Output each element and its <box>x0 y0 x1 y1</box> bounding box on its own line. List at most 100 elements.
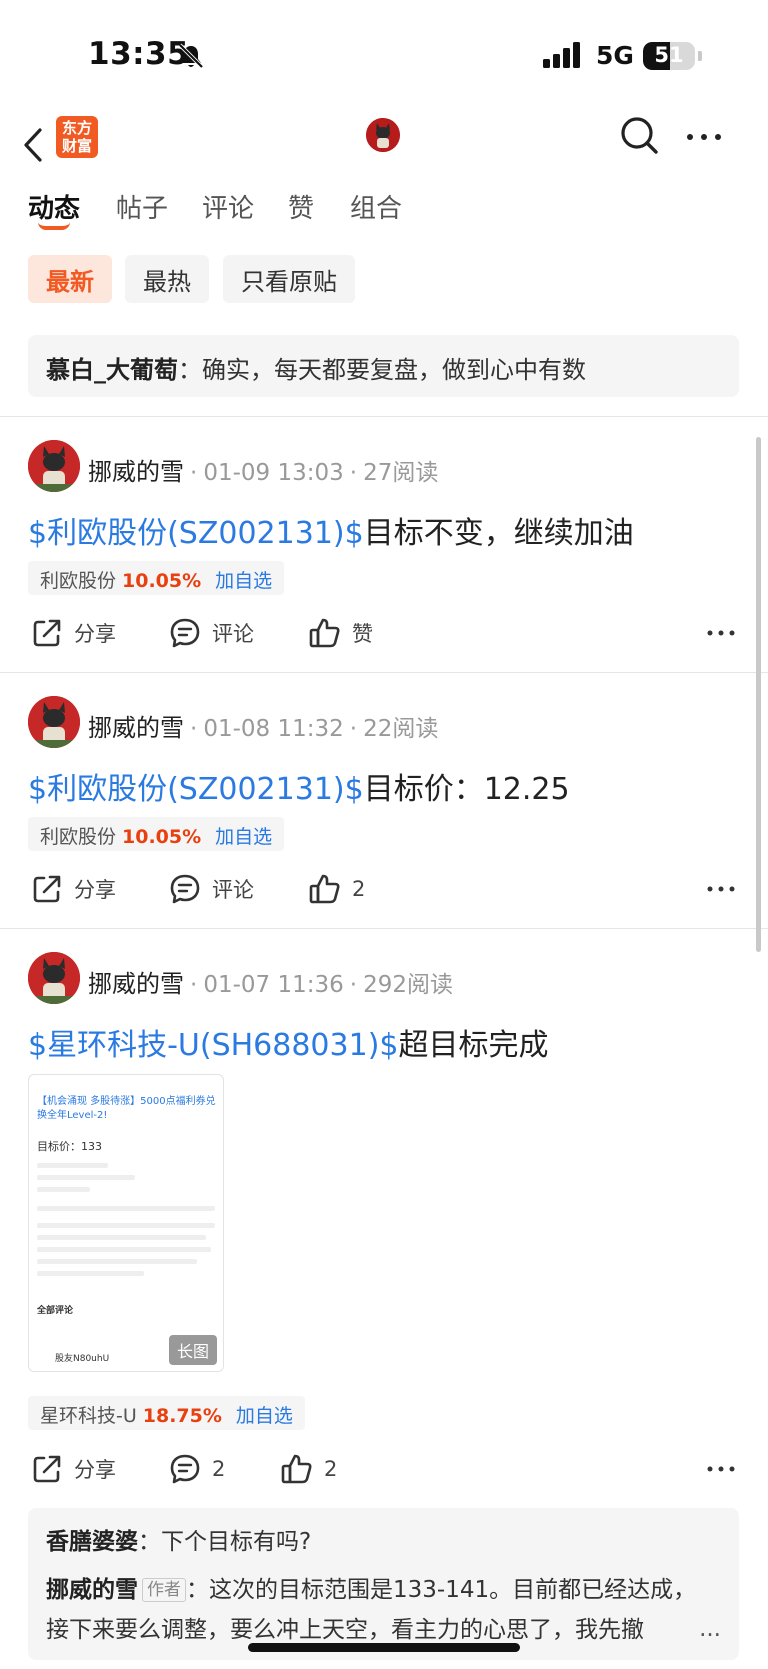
tab-portfolio[interactable]: 组合 <box>350 188 402 225</box>
stock-tag-change: 10.05% <box>122 826 202 848</box>
post-date: 01-08 11:32 <box>203 716 344 742</box>
post-reads: 22阅读 <box>363 716 439 742</box>
add-watchlist-button[interactable]: 加自选 <box>215 826 272 848</box>
filter-latest[interactable]: 最新 <box>28 255 112 303</box>
post-actions: 分享 2 2 <box>0 1449 768 1489</box>
dog-avatar-icon <box>366 118 400 152</box>
back-button[interactable] <box>22 118 54 172</box>
comment-button[interactable]: 2 <box>168 1449 225 1489</box>
comment-label: 评论 <box>212 878 254 902</box>
comment-author[interactable]: 香膳婆婆 <box>46 1529 138 1555</box>
comment-author[interactable]: 挪威的雪 <box>46 1577 138 1603</box>
dog-avatar-icon <box>28 952 80 1004</box>
section-divider <box>0 416 768 417</box>
scrollbar[interactable] <box>756 437 761 952</box>
post-text: 超目标完成 <box>398 1028 549 1063</box>
share-icon <box>33 875 61 903</box>
share-button[interactable]: 分享 <box>30 1449 116 1489</box>
comment-count: 2 <box>212 1457 226 1481</box>
comment-button[interactable]: 评论 <box>168 613 254 653</box>
author-name[interactable]: 挪威的雪 <box>88 458 184 486</box>
post-reads: 27阅读 <box>363 460 439 486</box>
dog-avatar-icon <box>28 696 80 748</box>
stock-tag-change: 10.05% <box>122 570 202 592</box>
stock-tag[interactable]: 星环科技-U 18.75% 加自选 <box>28 1396 305 1430</box>
tab-comments[interactable]: 评论 <box>202 188 254 225</box>
post-image-thumbnail[interactable]: 【机会涌现 多股待涨】5000点福利券兑换全年Level-2! 目标价：133 … <box>28 1074 224 1372</box>
stock-link[interactable]: $利欧股份(SZ002131)$ <box>28 516 364 551</box>
home-indicator[interactable] <box>248 1643 520 1652</box>
battery-icon: 51 <box>643 42 695 70</box>
author-avatar[interactable] <box>28 952 80 1004</box>
more-horizontal-icon[interactable] <box>706 877 736 901</box>
thumbs-up-icon <box>309 874 340 904</box>
tab-likes[interactable]: 赞 <box>288 188 314 225</box>
comment-text: 下个目标有吗? <box>161 1529 312 1555</box>
share-icon <box>33 619 61 647</box>
stock-tag-name: 利欧股份 <box>40 826 117 848</box>
post-text: 目标不变，继续加油 <box>363 516 634 551</box>
thumbnail-target: 目标价：133 <box>37 1140 102 1153</box>
share-button[interactable]: 分享 <box>30 869 116 909</box>
chevron-left-icon <box>24 128 42 162</box>
comment-item[interactable]: 挪威的雪 作者 ：这次的目标范围是133-141。目前都已经达成， <box>46 1570 721 1610</box>
like-count: 2 <box>352 877 366 901</box>
status-bar: 13:35 5G 51 <box>0 0 768 110</box>
network-label: 5G <box>596 41 634 70</box>
share-label: 分享 <box>74 622 116 646</box>
post-title[interactable]: $星环科技-U(SH688031)$超目标完成 <box>28 1020 549 1064</box>
post-divider <box>0 928 768 929</box>
post-title[interactable]: $利欧股份(SZ002131)$目标不变，继续加油 <box>28 508 634 552</box>
comment-more[interactable]: ... <box>699 1616 721 1642</box>
post-divider <box>0 672 768 673</box>
user-avatar[interactable] <box>366 118 400 152</box>
tab-active-indicator <box>38 222 70 230</box>
pinned-comment[interactable]: 慕白_大葡萄：确实，每天都要复盘，做到心中有数 <box>28 335 739 397</box>
signal-icon <box>543 42 580 68</box>
app-logo[interactable]: 东方 财富 <box>56 116 98 158</box>
more-menu-button[interactable] <box>684 122 724 152</box>
comment-separator: ： <box>138 1529 161 1555</box>
author-avatar[interactable] <box>28 696 80 748</box>
comment-icon <box>170 618 200 648</box>
share-button[interactable]: 分享 <box>30 613 116 653</box>
filter-hot[interactable]: 最热 <box>125 255 209 303</box>
post-title[interactable]: $利欧股份(SZ002131)$目标价：12.25 <box>28 764 570 808</box>
post-actions: 分享 评论 2 <box>0 869 768 909</box>
share-icon <box>33 1455 61 1483</box>
comment-label: 评论 <box>212 622 254 646</box>
like-button[interactable]: 2 <box>308 869 365 909</box>
add-watchlist-button[interactable]: 加自选 <box>215 570 272 592</box>
stock-tag[interactable]: 利欧股份 10.05% 加自选 <box>28 561 285 595</box>
long-image-badge: 长图 <box>168 1335 217 1365</box>
author-avatar[interactable] <box>28 440 80 492</box>
stock-tag-name: 利欧股份 <box>40 570 117 592</box>
filter-original-only[interactable]: 只看原贴 <box>223 255 355 303</box>
stock-link[interactable]: $利欧股份(SZ002131)$ <box>28 772 364 807</box>
search-button[interactable] <box>618 114 662 158</box>
share-label: 分享 <box>74 1458 116 1482</box>
stock-tag[interactable]: 利欧股份 10.05% 加自选 <box>28 817 285 851</box>
comment-text: 确实，每天都要复盘，做到心中有数 <box>202 356 586 384</box>
bell-muted-icon <box>178 43 204 69</box>
comment-author[interactable]: 慕白_大葡萄 <box>46 356 178 384</box>
more-horizontal-icon[interactable] <box>706 621 736 645</box>
comment-button[interactable]: 评论 <box>168 869 254 909</box>
add-watchlist-button[interactable]: 加自选 <box>236 1405 293 1427</box>
more-horizontal-icon[interactable] <box>706 1457 736 1481</box>
post-meta: 挪威的雪 · 01-08 11:32 · 22阅读 <box>88 714 439 742</box>
nav-bar: 东方 财富 <box>0 110 768 180</box>
like-button[interactable]: 2 <box>280 1449 337 1489</box>
author-name[interactable]: 挪威的雪 <box>88 970 184 998</box>
author-name[interactable]: 挪威的雪 <box>88 714 184 742</box>
stock-link[interactable]: $星环科技-U(SH688031)$ <box>28 1028 399 1063</box>
comment-separator: ： <box>186 1577 209 1603</box>
post-actions: 分享 评论 赞 <box>0 613 768 653</box>
thumbnail-comments-label: 全部评论 <box>37 1306 74 1316</box>
thumbs-up-icon <box>309 618 340 648</box>
comment-item[interactable]: 香膳婆婆：下个目标有吗? <box>46 1522 721 1562</box>
like-button[interactable]: 赞 <box>308 613 373 653</box>
tab-dynamics[interactable]: 动态 <box>28 188 80 225</box>
tab-posts[interactable]: 帖子 <box>116 188 168 225</box>
comment-preview[interactable]: 香膳婆婆：下个目标有吗? 挪威的雪 作者 ：这次的目标范围是133-141。目前都已… <box>28 1508 739 1660</box>
